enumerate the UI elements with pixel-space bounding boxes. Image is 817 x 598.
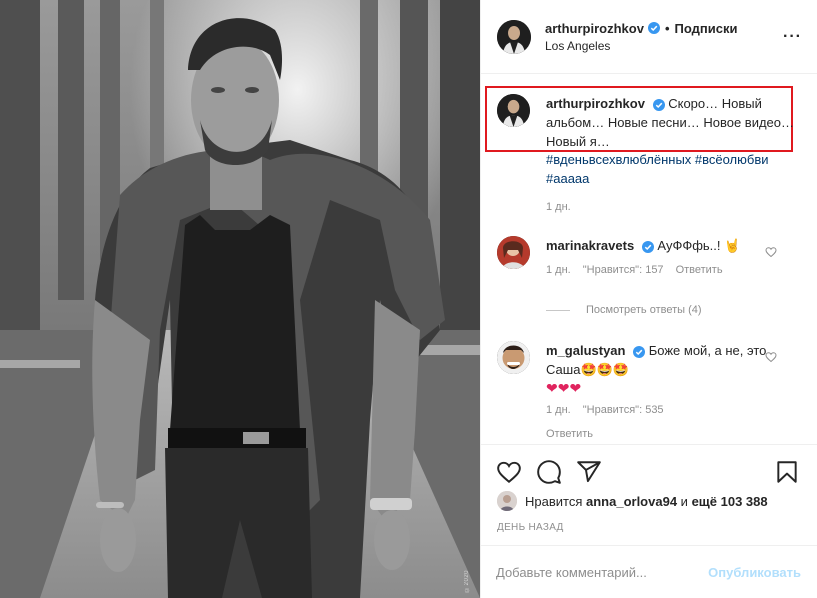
liker-avatar (497, 491, 517, 511)
author-username[interactable]: arthurpirozhkov (545, 21, 644, 36)
share-icon (577, 461, 601, 483)
header-separator: • (664, 20, 670, 36)
view-replies-button[interactable]: Посмотреть ответы (4) (546, 304, 702, 316)
commenter-avatar[interactable] (497, 236, 530, 269)
bookmark-icon (777, 461, 797, 483)
following-button[interactable]: Подписки (675, 21, 738, 36)
header-line: arthurpirozhkov • Подписки (545, 21, 783, 36)
post-date[interactable]: ДЕНЬ НАЗАД (497, 522, 564, 533)
comment-icon (537, 460, 561, 484)
comment-meta: 1 дн. "Нравится": 535 (546, 401, 776, 420)
view-replies-line (546, 309, 570, 311)
commenter-avatar[interactable] (497, 341, 530, 374)
liker-username[interactable]: anna_orlova94 (586, 494, 677, 509)
view-replies-label: Посмотреть ответы (4) (586, 304, 702, 316)
verified-badge-icon (652, 98, 665, 111)
comment-body: marinakravets АуФФфь..! 🤘 1 дн. "Нравитс… (546, 236, 776, 280)
comment-body: m_galustyan Боже мой, а не, это Саша🤩🤩🤩 … (546, 341, 776, 444)
red-heart-icon: ❤❤❤ (546, 380, 582, 396)
author-avatar[interactable] (497, 19, 531, 54)
comment-meta: 1 дн. "Нравится": 157 Ответить (546, 261, 776, 280)
caption-time[interactable]: 1 дн. (546, 201, 571, 213)
publish-button[interactable]: Опубликовать (708, 565, 801, 580)
comment-time[interactable]: 1 дн. (546, 401, 571, 420)
heart-icon (497, 461, 521, 484)
comment-like-heart-icon[interactable] (765, 351, 777, 363)
comment-text: АуФФфь..! (657, 238, 721, 253)
likes-summary[interactable]: Нравится anna_orlova94 и ещё 103 388 (497, 491, 768, 511)
share-button[interactable] (576, 459, 602, 485)
likes-middle: и (680, 493, 688, 509)
comment-input[interactable] (496, 564, 709, 580)
post-header: arthurpirozhkov • Подписки Los Angeles ·… (481, 0, 817, 74)
post-caption: arthurpirozhkov Скоро… Новый альбом… Нов… (497, 94, 797, 151)
caption-text: arthurpirozhkov Скоро… Новый альбом… Нов… (546, 94, 797, 151)
hearts-emoji-row: ❤❤❤ (546, 379, 776, 398)
horns-emoji-icon: 🤘 (724, 238, 741, 253)
instagram-post: ©2020 arthurpirozhkov • Подписки Los Ang… (0, 0, 817, 598)
comment-likes[interactable]: "Нравится": 535 (583, 401, 664, 420)
reply-button[interactable]: Ответить (676, 261, 723, 280)
reply-button[interactable]: Ответить (546, 425, 776, 444)
more-options-icon[interactable]: ··· (783, 28, 802, 46)
caption-username[interactable]: arthurpirozhkov (546, 96, 645, 111)
header-info: arthurpirozhkov • Подписки Los Angeles (545, 21, 783, 53)
comment-likes[interactable]: "Нравится": 157 (583, 261, 664, 280)
comment-time[interactable]: 1 дн. (546, 261, 571, 280)
commenter-username[interactable]: marinakravets (546, 238, 634, 253)
post-location[interactable]: Los Angeles (545, 39, 783, 53)
add-comment-bar: Опубликовать (480, 545, 817, 598)
likes-prefix: Нравится (525, 493, 583, 509)
star-struck-emoji-icon: 🤩🤩🤩 (580, 362, 629, 377)
photo-credit: ©2020 (464, 570, 470, 592)
post-actions-bar (480, 444, 817, 484)
verified-badge-icon (641, 240, 654, 253)
caption-hashtags[interactable]: #вденьвсехвлюблённых #всёолюбви #ааааа (546, 150, 796, 188)
like-button[interactable] (496, 459, 522, 485)
verified-badge-icon (647, 22, 660, 34)
post-photo-image (0, 0, 480, 598)
comment-item: m_galustyan Боже мой, а не, это Саша🤩🤩🤩 … (497, 341, 797, 444)
save-button[interactable] (774, 459, 800, 485)
comment-button[interactable] (536, 459, 562, 485)
post-photo[interactable]: ©2020 (0, 0, 480, 598)
commenter-username[interactable]: m_galustyan (546, 343, 625, 358)
comment-item: marinakravets АуФФфь..! 🤘 1 дн. "Нравитс… (497, 236, 797, 280)
comment-like-heart-icon[interactable] (765, 246, 777, 258)
caption-author-avatar[interactable] (497, 94, 530, 127)
verified-badge-icon (633, 345, 646, 358)
likes-count[interactable]: ещё 103 388 (692, 494, 768, 509)
